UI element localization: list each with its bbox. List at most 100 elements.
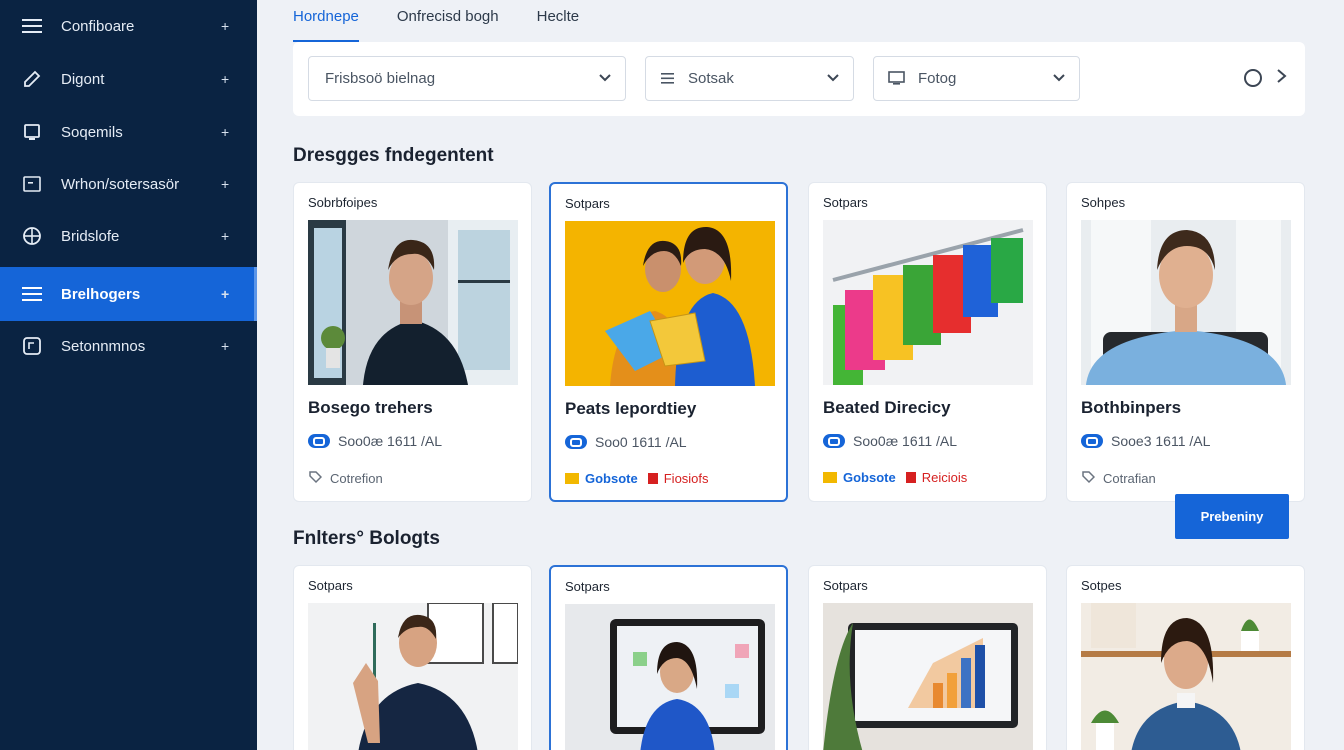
sidebar-item-label: Digont <box>61 70 105 88</box>
chevron-right-icon[interactable] <box>1275 66 1289 92</box>
tab-hordnepe[interactable]: Hordnepe <box>293 0 359 42</box>
card-image <box>308 220 518 385</box>
card-image <box>823 220 1033 385</box>
card-price-text: Soo0 1611 /AL <box>595 434 687 450</box>
note-icon <box>21 335 43 357</box>
card-title: Bothbinpers <box>1081 398 1182 417</box>
menu-icon <box>21 15 43 37</box>
filter-value: Sotsak <box>688 70 734 87</box>
card-category: Sotpars <box>308 578 353 593</box>
globe-icon <box>21 225 43 247</box>
product-card[interactable]: Sotpars Peats lepordtiey Soo0 1611 /AL G… <box>549 182 788 502</box>
tab-bar: Hordnepe Onfrecisd bogh Heclte <box>293 0 617 42</box>
card-category: Sobrbfoipes <box>308 195 378 210</box>
product-card[interactable]: Sotpes <box>1066 565 1305 750</box>
chevron-down-icon <box>1051 69 1067 89</box>
tag-primary-label: Gobsote <box>843 470 896 485</box>
tab-heclte[interactable]: Heclte <box>537 0 580 42</box>
tag-secondary[interactable]: Reiciois <box>905 470 967 485</box>
product-card[interactable]: Sotpars Beated Direcicy Soo0æ 1611 /AL G… <box>808 182 1047 502</box>
card-price: Sooe3 1611 /AL <box>1081 433 1210 449</box>
card-category: Sotpars <box>823 578 868 593</box>
card-image <box>1081 603 1291 750</box>
filter-select-primary[interactable]: Frisbsoö bielnag <box>308 56 626 101</box>
yellow-square-icon <box>565 473 579 484</box>
sidebar-item-soqemils[interactable]: Soqemils + <box>0 106 257 158</box>
sidebar-item-brelhogers[interactable]: Brelhogers + <box>0 267 257 321</box>
filter-select-format[interactable]: Fotog <box>873 56 1080 101</box>
card-footer-text: Cotrefion <box>330 471 383 486</box>
product-card[interactable]: Sotpars <box>808 565 1047 750</box>
card-category: Sotpars <box>565 196 610 211</box>
sidebar-item-setonnmnos[interactable]: Setonnmnos + <box>0 320 257 372</box>
tag-primary[interactable]: Gobsote <box>823 470 896 485</box>
link-icon <box>565 435 587 449</box>
card-image <box>308 603 518 750</box>
product-card[interactable]: Sohpes Bothbinpers Sooe3 1611 /AL Cotraf… <box>1066 182 1305 502</box>
filter-value: Frisbsoö bielnag <box>325 70 436 87</box>
product-card[interactable]: Sotpars <box>293 565 532 750</box>
chevron-down-icon <box>825 69 841 89</box>
card-category: Sotpes <box>1081 578 1122 593</box>
sidebar: Confiboare + Digont + Soqemils + Wrhon/s… <box>0 0 257 750</box>
chevron-down-icon <box>597 69 613 89</box>
sidebar-item-wrhon[interactable]: Wrhon/sotersasör + <box>0 158 257 210</box>
sidebar-item-label: Soqemils <box>61 123 123 141</box>
card-category: Sotpars <box>823 195 868 210</box>
sidebar-item-confiboare[interactable]: Confiboare + <box>0 0 257 52</box>
card-footer-text: Cotrafian <box>1103 471 1156 486</box>
sidebar-item-label: Wrhon/sotersasör <box>61 175 180 193</box>
expand-icon[interactable]: + <box>221 71 229 87</box>
expand-icon[interactable]: + <box>221 18 229 34</box>
tag-secondary[interactable]: Fiosiofs <box>647 471 709 486</box>
section-title: Fnlters° Bologts <box>293 528 440 549</box>
filter-value: Fotog <box>918 70 957 87</box>
sidebar-item-label: Confiboare <box>61 17 135 35</box>
card-category: Sohpes <box>1081 195 1126 210</box>
expand-icon[interactable]: + <box>221 176 229 192</box>
card-tags: Gobsote Reiciois <box>823 470 967 485</box>
product-card[interactable]: Sobrbfoipes Bosego trehers Soo0æ 1611 /A… <box>293 182 532 502</box>
pencil-icon <box>21 68 43 90</box>
card-image <box>565 604 775 750</box>
card-price-text: Soo0æ 1611 /AL <box>338 433 443 449</box>
filter-select-sort[interactable]: Sotsak <box>645 56 854 101</box>
monitor-icon <box>888 70 906 90</box>
card-category: Sotpars <box>565 579 610 594</box>
sidebar-item-bridslofe[interactable]: Bridslofe + <box>0 210 257 262</box>
card-image <box>823 603 1033 750</box>
card-title: Bosego trehers <box>308 398 433 417</box>
card-title: Beated Direcicy <box>823 398 951 417</box>
section-title: Dresgges fndegentent <box>293 145 494 166</box>
link-icon <box>308 434 330 448</box>
expand-icon[interactable]: + <box>221 228 229 244</box>
expand-icon[interactable]: + <box>221 124 229 140</box>
card-image <box>1081 220 1291 385</box>
card-price-text: Soo0æ 1611 /AL <box>853 433 958 449</box>
red-square-icon <box>647 473 658 484</box>
primary-action-button[interactable]: Prebeniny <box>1175 494 1289 539</box>
card-footer: Cotrafian <box>1081 470 1156 487</box>
sidebar-item-label: Bridslofe <box>61 227 120 245</box>
list-icon <box>660 70 676 90</box>
radio-toggle[interactable] <box>1244 69 1262 87</box>
card-footer: Cotrefion <box>308 470 383 487</box>
card-price: Soo0 1611 /AL <box>565 434 687 450</box>
tag-icon <box>308 470 323 487</box>
card-tags: Gobsote Fiosiofs <box>565 471 709 486</box>
expand-icon[interactable]: + <box>221 286 229 302</box>
document-icon <box>21 173 43 195</box>
expand-icon[interactable]: + <box>221 338 229 354</box>
tag-primary[interactable]: Gobsote <box>565 471 638 486</box>
card-price: Soo0æ 1611 /AL <box>308 433 442 449</box>
sidebar-item-label: Setonnmnos <box>61 337 146 355</box>
product-card[interactable]: Sotpars <box>549 565 788 750</box>
card-title: Peats lepordtiey <box>565 399 697 418</box>
link-icon <box>1081 434 1103 448</box>
card-price-text: Sooe3 1611 /AL <box>1111 433 1211 449</box>
tab-onfrecisd[interactable]: Onfrecisd bogh <box>397 0 499 42</box>
sidebar-item-digont[interactable]: Digont + <box>0 53 257 105</box>
tag-icon <box>1081 470 1096 487</box>
main-content: Hordnepe Onfrecisd bogh Heclte Frisbsoö … <box>257 0 1344 750</box>
device-icon <box>21 121 43 143</box>
